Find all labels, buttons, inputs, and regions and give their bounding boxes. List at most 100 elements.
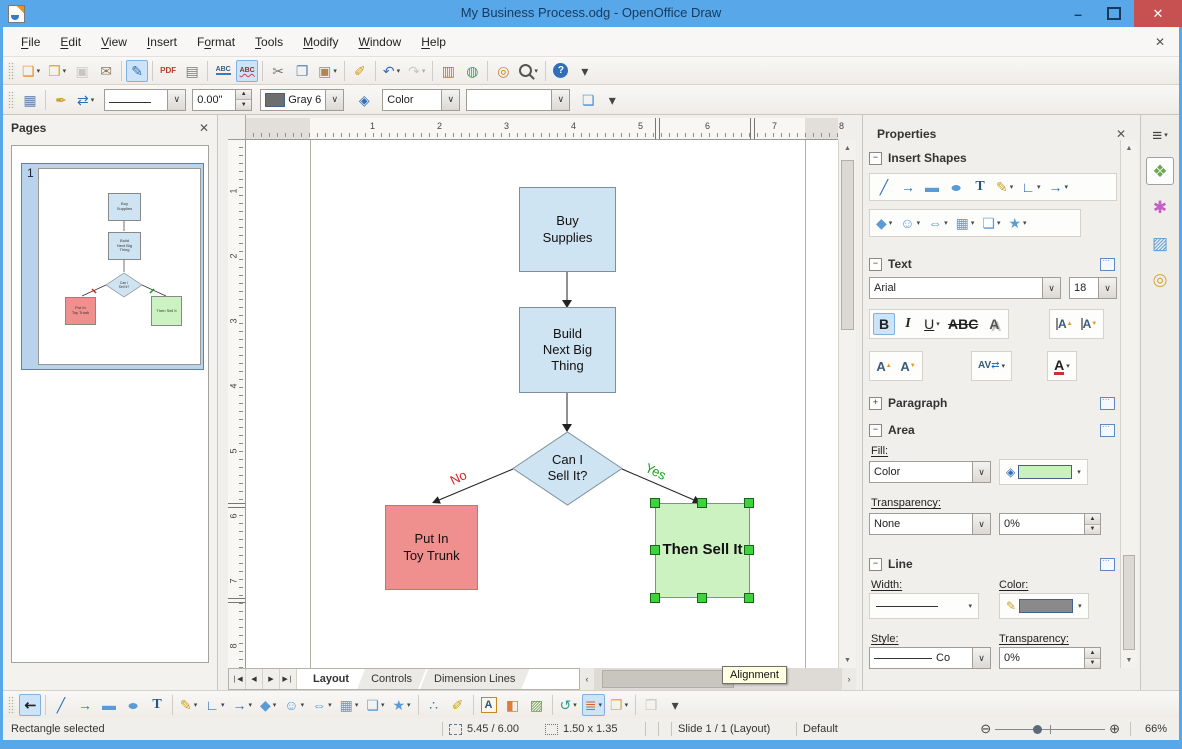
node-build-next-big-thing[interactable]: Build Next Big Thing — [519, 307, 616, 393]
text-button[interactable]: T — [146, 694, 168, 716]
autospellcheck-button[interactable]: ABC — [236, 59, 259, 82]
strikethrough-button[interactable]: ABC — [945, 313, 981, 335]
scroll-up-icon[interactable]: ▲ — [1121, 140, 1137, 156]
scrollbar-thumb[interactable] — [841, 160, 854, 330]
decrease-font-button[interactable]: A ▼ — [897, 355, 919, 377]
page-thumbnail[interactable]: 1 Buy Supplies Build Next Big Thing Can … — [21, 163, 204, 370]
canvas-horizontal-scrollbar[interactable]: ‹ › — [580, 668, 856, 690]
basic-shapes-button[interactable]: ◆ ▾ — [257, 694, 279, 716]
spin-up-icon[interactable]: ▲ — [1085, 514, 1100, 525]
dropdown-arrow-icon[interactable]: ▾ — [422, 67, 426, 75]
fill-style-combo[interactable]: Color ∨ — [869, 461, 991, 483]
rectangle-button[interactable]: ▬ — [98, 694, 120, 716]
tab-navigator[interactable]: ◎ — [1146, 265, 1174, 293]
scroll-down-icon[interactable]: ▼ — [1121, 652, 1137, 668]
dropdown-arrow-icon[interactable]: ▾ — [1010, 183, 1014, 191]
curve-button[interactable]: ✎ ▾ — [177, 694, 200, 716]
toolbar-grip[interactable] — [8, 695, 15, 714]
spelling-button[interactable]: ABC — [212, 60, 234, 82]
collapse-icon[interactable]: − — [869, 257, 882, 271]
cut-button[interactable]: ✂ — [267, 60, 289, 82]
copy-button[interactable]: ❐ — [291, 60, 313, 82]
callouts-button[interactable]: ❏ ▾ — [363, 694, 387, 716]
insert-text-button[interactable]: T — [969, 176, 991, 198]
spinner-buttons[interactable]: ▲ ▼ — [235, 89, 252, 110]
3d-objects-button[interactable]: ◧ — [502, 694, 524, 716]
maximize-button[interactable] — [1098, 0, 1130, 27]
ruler-origin-box[interactable] — [228, 115, 246, 140]
dropdown-arrow-icon[interactable]: ▾ — [91, 96, 95, 104]
spin-down-icon[interactable]: ▼ — [1085, 658, 1100, 668]
pages-close-icon[interactable]: ✕ — [199, 121, 209, 135]
next-page-button[interactable]: ▶ — [263, 669, 280, 689]
print-button[interactable]: ▤ — [181, 60, 203, 82]
selection-handle[interactable] — [650, 545, 660, 555]
menu-modify[interactable]: Modify — [293, 31, 348, 53]
line-fill-toolbar-overflow[interactable]: ▾ — [601, 89, 623, 111]
line-width-button[interactable]: ▾ — [873, 595, 975, 617]
standard-toolbar-overflow[interactable]: ▾ — [574, 60, 596, 82]
export-pdf-button[interactable]: PDF — [157, 60, 179, 82]
shadow-button[interactable]: ❏ — [577, 89, 599, 111]
increase-font-button[interactable]: A ▲ — [873, 355, 895, 377]
image-button[interactable]: ▨ — [526, 694, 548, 716]
scrollbar-thumb[interactable] — [602, 670, 734, 688]
collapse-icon[interactable]: − — [869, 151, 882, 165]
insert-flowchart-button[interactable]: ▦ ▾ — [953, 212, 978, 234]
spinner-buttons[interactable]: ▲ ▼ — [1084, 514, 1100, 534]
spinner-buttons[interactable]: ▲ ▼ — [1084, 648, 1100, 668]
menu-tools[interactable]: Tools — [245, 31, 293, 53]
arrow-button[interactable]: → — [74, 694, 96, 716]
new-button[interactable]: ❑ ▾ — [19, 60, 43, 82]
sidebar-menu-button[interactable]: ≡ ▾ — [1146, 121, 1174, 149]
section-area[interactable]: − Area — [869, 422, 1115, 437]
tab-gallery[interactable]: ▨ — [1146, 229, 1174, 257]
dropdown-arrow-icon[interactable]: ∨ — [167, 89, 186, 110]
dropdown-arrow-icon[interactable]: ∨ — [972, 462, 990, 482]
zoom-slider[interactable] — [995, 723, 1106, 736]
glue-points-button[interactable]: ✐ — [447, 694, 469, 716]
scroll-left-icon[interactable]: ‹ — [580, 668, 594, 690]
insert-stars-button[interactable]: ★ ▾ — [1005, 212, 1029, 234]
fill-color-button[interactable]: ◈ ▾ — [1003, 461, 1084, 483]
node-can-i-sell-it[interactable]: Can I Sell It? — [513, 443, 622, 493]
dropdown-arrow-icon[interactable]: ▾ — [194, 701, 198, 709]
tab-shapes[interactable]: ✱ — [1146, 193, 1174, 221]
scrollbar-thumb[interactable] — [1123, 555, 1135, 650]
insert-symbol-shapes-button[interactable]: ☺ ▾ — [897, 212, 923, 234]
scroll-down-icon[interactable]: ▼ — [839, 652, 856, 668]
line-color-combo[interactable]: Gray 6 ∨ — [260, 88, 345, 111]
dropdown-arrow-icon[interactable]: ▾ — [1037, 183, 1041, 191]
bold-button[interactable]: B — [873, 313, 895, 335]
spin-down-icon[interactable]: ▼ — [236, 100, 252, 110]
node-buy-supplies[interactable]: Buy Supplies — [519, 187, 616, 272]
ellipse-button[interactable]: ● — [122, 694, 144, 716]
dropdown-arrow-icon[interactable]: ▾ — [944, 219, 948, 227]
scroll-up-icon[interactable]: ▲ — [839, 140, 856, 156]
menu-file[interactable]: File — [11, 31, 50, 53]
dropdown-arrow-icon[interactable]: ▾ — [573, 701, 577, 709]
first-page-button[interactable]: ❘◀ — [229, 669, 246, 689]
node-put-in-toy-trunk[interactable]: Put In Toy Trunk — [385, 505, 478, 590]
transparency-spinner[interactable]: 0% ▲ ▼ — [999, 513, 1101, 535]
font-color-button[interactable]: A ▾ — [1051, 355, 1073, 377]
dropdown-arrow-icon[interactable]: ▾ — [1023, 219, 1027, 227]
dropdown-arrow-icon[interactable]: ▾ — [1002, 362, 1006, 370]
fill-color-combo[interactable]: ∨ — [466, 88, 571, 111]
alignment-button[interactable]: ≣ ▾ — [581, 693, 606, 716]
selection-handle[interactable] — [650, 593, 660, 603]
insert-arrow-button[interactable]: → — [897, 176, 919, 198]
canvas-vertical-scrollbar[interactable]: ▲ ▼ — [838, 140, 856, 668]
drawing-canvas[interactable]: Buy Supplies Build Next Big Thing Can I … — [246, 140, 838, 668]
dropdown-arrow-icon[interactable]: ▾ — [1164, 131, 1168, 139]
fill-type-combo[interactable]: Color ∨ — [382, 88, 461, 111]
toolbar-grip[interactable] — [8, 61, 15, 80]
menu-edit[interactable]: Edit — [50, 31, 91, 53]
line-button[interactable]: ╱ — [50, 694, 72, 716]
dialog-launcher-icon[interactable] — [1100, 256, 1115, 271]
zoom-percent[interactable]: 66% — [1137, 723, 1167, 735]
insert-block-arrows-button[interactable]: ⇔ ▾ — [925, 212, 951, 234]
insert-connector-button[interactable]: ∟ ▾ — [1018, 176, 1043, 198]
dropdown-arrow-icon[interactable]: ▾ — [971, 219, 975, 227]
dialog-launcher-icon[interactable] — [1100, 556, 1115, 571]
